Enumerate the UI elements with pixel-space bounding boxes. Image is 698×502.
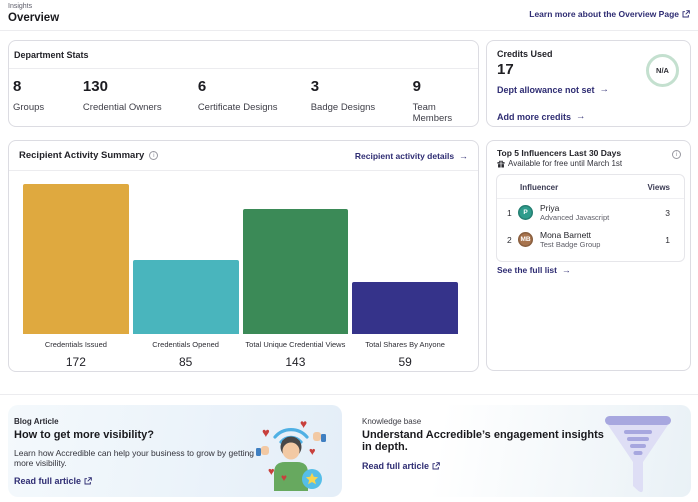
visibility-illustration: ♥ ♥ ♥ ♥ ♥ — [256, 417, 326, 491]
influencers-title: Top 5 Influencers Last 30 Days — [497, 148, 622, 158]
learn-more-link[interactable]: Learn more about the Overview Page — [529, 9, 690, 19]
rank: 2 — [507, 234, 512, 245]
recipient-activity-details-link[interactable]: Recipient activity details — [355, 151, 468, 161]
dept-allowance-link[interactable]: Dept allowance not set — [497, 84, 609, 95]
blog-kicker: Blog Article — [14, 417, 59, 426]
blog-read-article-label: Read full article — [14, 476, 82, 486]
views-value: 1 — [665, 234, 670, 245]
breadcrumb: Insights — [8, 3, 33, 10]
stat-label: Credential Owners — [82, 102, 162, 113]
funnel-illustration — [605, 416, 671, 493]
table-row: 2 MB Mona Barnett Test Badge Group 1 — [497, 226, 684, 253]
department-stats-row: 8 Groups 130 Credential Owners 6 Certifi… — [9, 69, 478, 124]
avatar: MB — [518, 232, 533, 247]
thumbs-up-icon — [256, 446, 269, 456]
kb-read-article-link[interactable]: Read full article — [362, 461, 440, 471]
see-full-list-link[interactable]: See the full list — [497, 265, 571, 275]
table-row: 1 P Priya Advanced Javascript 3 — [497, 199, 684, 226]
stat-value: 130 — [82, 78, 108, 95]
credits-used-card: Credits Used 17 Dept allowance not set A… — [486, 40, 691, 127]
info-icon[interactable] — [149, 151, 159, 160]
influencer-group: Test Badge Group — [540, 240, 601, 249]
thumbs-up-icon — [313, 432, 326, 442]
stat-value: 6 — [197, 78, 207, 95]
credits-value: 17 — [497, 61, 514, 78]
rank: 1 — [507, 207, 512, 218]
kb-kicker: Knowledge base — [362, 417, 422, 426]
section-divider — [0, 394, 698, 395]
bar-value: 143 — [285, 355, 306, 369]
influencers-subtitle: Available for free until March 1st — [508, 159, 623, 168]
info-icon[interactable] — [672, 150, 681, 159]
bar-value: 85 — [178, 355, 193, 369]
blog-body: Learn how Accredible can help your busin… — [14, 448, 255, 468]
stat-value: 3 — [310, 78, 320, 95]
stat-label: Certificate Designs — [197, 102, 278, 113]
chart-column: Total Unique Credential Views 143 — [242, 181, 349, 369]
blog-title: How to get more visibility? — [14, 429, 154, 441]
external-link-icon — [682, 10, 690, 18]
col-views: Views — [647, 183, 670, 192]
gift-icon — [497, 160, 505, 168]
chart-column: Total Shares By Anyone 59 — [352, 181, 458, 369]
blog-article-card: Blog Article How to get more visibility?… — [8, 405, 342, 497]
svg-text:♥: ♥ — [281, 473, 287, 484]
external-link-icon — [432, 462, 440, 470]
influencer-group: Advanced Javascript — [540, 213, 610, 222]
stat-groups: 8 Groups — [13, 78, 83, 124]
stat-team-members: 9 Team Members — [413, 78, 478, 124]
chart-column: Credentials Issued 172 — [23, 181, 129, 369]
bar-category-label: Credentials Opened — [152, 340, 219, 349]
credits-title: Credits Used — [497, 49, 553, 59]
bar-category-label: Total Shares By Anyone — [365, 340, 445, 349]
department-stats-title: Department Stats — [9, 41, 478, 69]
stat-badge-designs: 3 Badge Designs — [311, 78, 413, 124]
header-divider — [0, 30, 698, 31]
credits-gauge: N/A — [646, 54, 679, 87]
add-more-credits-link[interactable]: Add more credits — [497, 111, 585, 122]
bar-total-unique-credential-views[interactable] — [242, 208, 349, 334]
svg-text:♥: ♥ — [309, 446, 316, 458]
activity-bar-chart: Credentials Issued 172 Credentials Opened 8… — [23, 181, 458, 369]
views-value: 3 — [665, 207, 670, 218]
bar-category-label: Total Unique Credential Views — [245, 340, 346, 349]
top-influencers-card: Top 5 Influencers Last 30 Days Available… — [486, 140, 691, 371]
credits-gauge-label: N/A — [656, 66, 669, 75]
kb-read-article-label: Read full article — [362, 461, 430, 471]
blog-read-article-link[interactable]: Read full article — [14, 476, 92, 486]
svg-text:♥: ♥ — [268, 466, 275, 478]
department-stats-card: Department Stats 8 Groups 130 Credential… — [8, 40, 479, 127]
stat-label: Team Members — [412, 102, 453, 124]
bar-total-shares-by-anyone[interactable] — [352, 282, 458, 334]
external-link-icon — [84, 477, 92, 485]
influencers-table: Influencer Views 1 P Priya Advanced Java… — [496, 174, 685, 262]
knowledge-base-card: Knowledge base Understand Accredible’s e… — [357, 405, 691, 497]
bar-credentials-issued[interactable] — [23, 183, 129, 334]
svg-text:♥: ♥ — [300, 417, 307, 431]
bar-category-label: Credentials Issued — [44, 340, 107, 349]
bar-credentials-opened[interactable] — [132, 259, 239, 334]
avatar: P — [518, 205, 533, 220]
influencer-name: Priya — [540, 203, 560, 213]
stat-certificate-designs: 6 Certificate Designs — [198, 78, 311, 124]
bar-value: 59 — [398, 355, 412, 369]
svg-text:♥: ♥ — [262, 425, 270, 440]
stat-value: 9 — [412, 78, 421, 95]
chart-column: Credentials Opened 85 — [132, 181, 239, 369]
stat-label: Badge Designs — [310, 102, 376, 113]
bar-value: 172 — [65, 355, 86, 369]
kb-title: Understand Accredible’s engagement insig… — [362, 429, 604, 453]
recipient-activity-title: Recipient Activity Summary — [19, 150, 145, 161]
stat-value: 8 — [13, 78, 22, 95]
learn-more-label: Learn more about the Overview Page — [529, 9, 679, 19]
stat-label: Groups — [13, 102, 45, 113]
influencer-name: Mona Barnett — [540, 230, 592, 240]
recipient-activity-card: Recipient Activity Summary Recipient act… — [8, 140, 479, 372]
col-influencer: Influencer — [520, 183, 559, 192]
page-title: Overview — [8, 12, 60, 24]
stat-credential-owners: 130 Credential Owners — [83, 78, 198, 124]
